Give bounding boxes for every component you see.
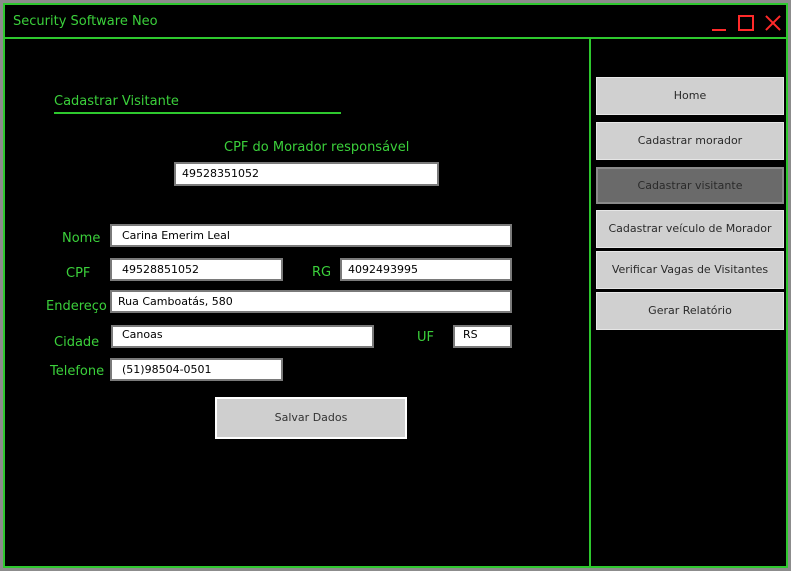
title-bar: Security Software Neo xyxy=(5,5,786,39)
resident-cpf-input[interactable]: 49528351052 xyxy=(174,162,439,186)
sidebar-item-home[interactable]: Home xyxy=(596,77,784,115)
endereco-input[interactable]: Rua Camboatás, 580 xyxy=(110,290,512,313)
uf-input[interactable]: RS xyxy=(453,325,512,348)
rg-input[interactable]: 4092493995 xyxy=(340,258,512,281)
window-frame: Security Software Neo Cadastrar Visitant… xyxy=(3,3,788,568)
nome-input[interactable]: Carina Emerim Leal xyxy=(110,224,512,247)
nome-label: Nome xyxy=(62,231,101,246)
telefone-label: Telefone xyxy=(50,364,105,379)
cidade-input[interactable]: Canoas xyxy=(111,325,374,348)
save-button[interactable]: Salvar Dados xyxy=(215,397,407,439)
sidebar-item-cadastrar-veiculo[interactable]: Cadastrar veículo de Morador xyxy=(596,210,784,248)
minimize-icon[interactable] xyxy=(711,15,727,31)
cidade-label: Cidade xyxy=(54,335,100,350)
cpf-input[interactable]: 49528851052 xyxy=(110,258,283,281)
main-content: Cadastrar Visitante CPF do Morador respo… xyxy=(5,39,589,566)
sidebar-item-verificar-vagas[interactable]: Verificar Vagas de Visitantes xyxy=(596,251,784,289)
sidebar: Home Cadastrar morador Cadastrar visitan… xyxy=(589,39,788,566)
resident-cpf-label: CPF do Morador responsável xyxy=(224,140,410,155)
title-underline xyxy=(54,112,341,114)
telefone-input[interactable]: (51)98504-0501 xyxy=(110,358,283,381)
maximize-icon[interactable] xyxy=(738,15,754,31)
sidebar-item-gerar-relatorio[interactable]: Gerar Relatório xyxy=(596,292,784,330)
uf-label: UF xyxy=(417,330,434,345)
rg-label: RG xyxy=(312,265,332,280)
app-window: Security Software Neo Cadastrar Visitant… xyxy=(0,0,791,571)
sidebar-item-cadastrar-morador[interactable]: Cadastrar morador xyxy=(596,122,784,160)
app-title: Security Software Neo xyxy=(13,14,158,29)
endereco-label: Endereço xyxy=(46,299,107,314)
page-title: Cadastrar Visitante xyxy=(54,94,179,109)
sidebar-item-cadastrar-visitante[interactable]: Cadastrar visitante xyxy=(596,167,784,204)
cpf-label: CPF xyxy=(66,266,91,281)
close-icon[interactable] xyxy=(765,15,781,31)
